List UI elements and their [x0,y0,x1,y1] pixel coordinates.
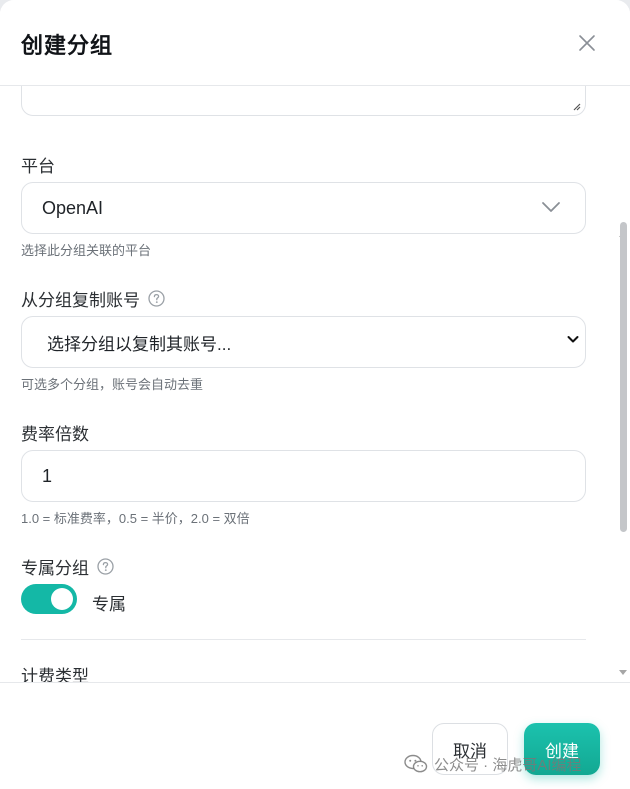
rate-multiplier-label-text: 费率倍数 [21,425,89,444]
platform-hint: 选择此分组关联的平台 [21,243,152,258]
rate-multiplier-input[interactable]: 1 [21,450,586,502]
help-circle-icon[interactable] [148,290,165,307]
toggle-knob [51,588,73,610]
platform-label-text: 平台 [21,157,55,176]
dialog-title: 创建分组 [21,33,114,58]
rate-multiplier-label: 费率倍数 [21,420,89,445]
copy-accounts-label-text: 从分组复制账号 [21,291,140,310]
exclusive-toggle-label: 专属 [92,595,126,614]
platform-select-value: OpenAI [42,197,104,218]
watermark-text: 公众号 · 海虎哥AI编程 [434,756,582,774]
description-textarea[interactable] [21,86,586,116]
dialog-header: 创建分组 [0,0,630,86]
chevron-down-icon [542,202,560,212]
exclusive-label: 专属分组 [21,554,114,579]
help-circle-icon[interactable] [97,558,114,575]
chevron-down-icon [567,336,579,343]
scroll-down-icon[interactable] [619,670,627,675]
copy-accounts-select[interactable]: 选择分组以复制其账号... [21,316,586,368]
platform-select[interactable]: OpenAI [21,182,586,234]
create-group-dialog: 创建分组 平台 OpenAI 选择此分组关联的平台 从分组复制账号 选择分组以复… [0,0,630,789]
rate-multiplier-hint: 1.0 = 标准费率，0.5 = 半价，2.0 = 双倍 [21,511,250,526]
billing-type-label-text: 计费类型 [21,667,89,682]
resize-grip-icon[interactable] [571,101,581,111]
billing-type-label: 计费类型 [21,662,89,682]
section-divider [21,639,586,640]
wechat-icon [404,754,428,773]
dialog-body[interactable]: 平台 OpenAI 选择此分组关联的平台 从分组复制账号 选择分组以复制其账号.… [0,86,630,682]
close-icon [579,35,595,51]
watermark: 公众号 · 海虎哥AI编程 [404,752,582,776]
rate-multiplier-value: 1 [42,465,53,486]
exclusive-label-text: 专属分组 [21,559,89,578]
copy-accounts-placeholder: 选择分组以复制其账号... [47,334,232,354]
close-button[interactable] [572,28,602,58]
exclusive-toggle[interactable] [21,584,77,614]
copy-accounts-label: 从分组复制账号 [21,286,165,311]
scrollbar-thumb[interactable] [620,222,627,532]
platform-label: 平台 [21,152,55,177]
copy-accounts-hint: 可选多个分组，账号会自动去重 [21,377,204,392]
